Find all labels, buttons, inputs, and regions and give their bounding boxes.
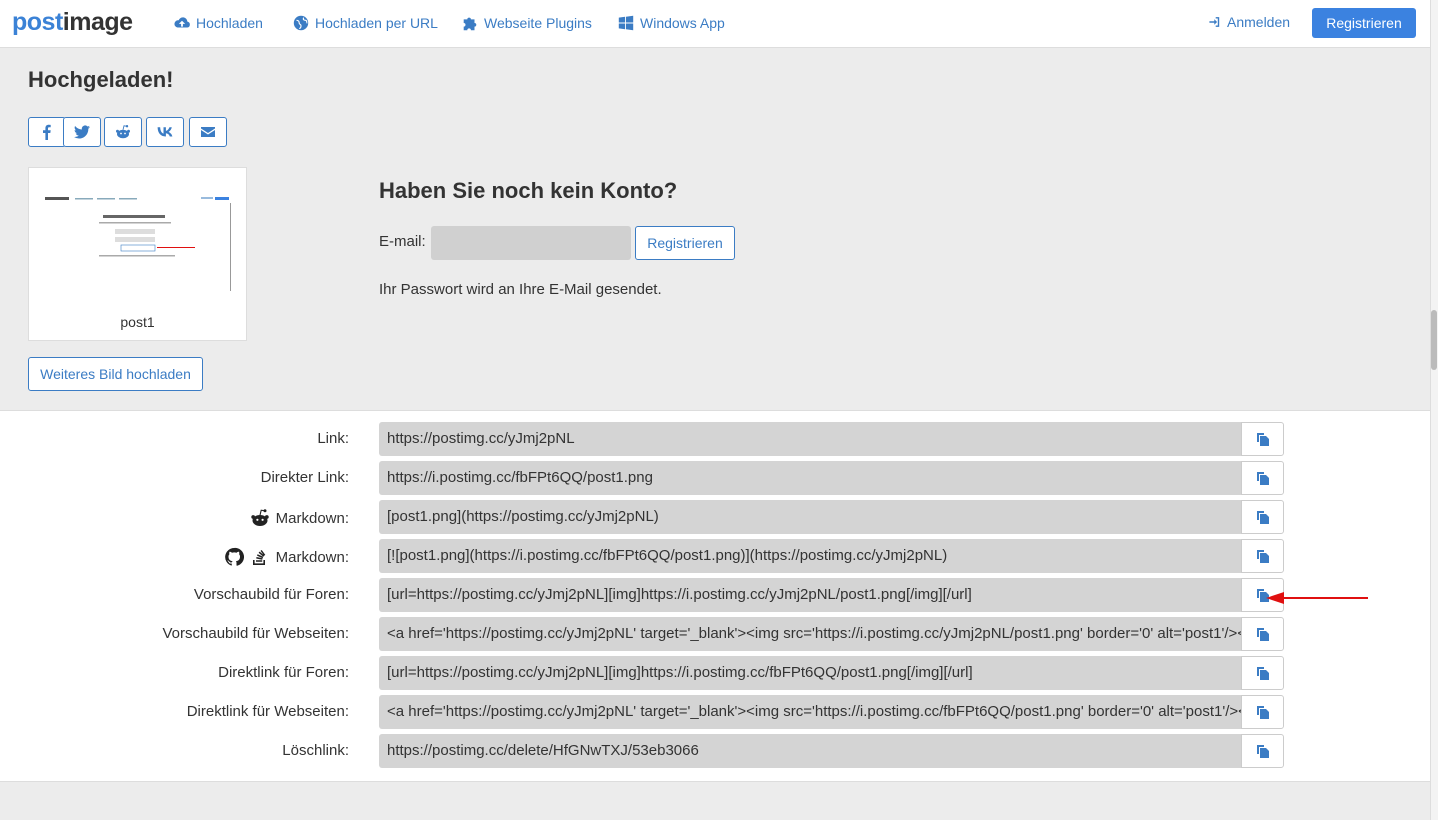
nav-plugins[interactable]: Webseite Plugins [461,14,592,32]
sign-in-icon [1209,17,1220,27]
copy-icon [1256,667,1269,680]
link-row: Vorschaubild für Foren: [url=https://pos… [0,578,1430,612]
twitter-icon [74,125,90,139]
password-note: Ihr Passwort wird an Ihre E-Mail gesende… [379,281,662,298]
link-field[interactable]: [url=https://postimg.cc/yJmj2pNL][img]ht… [379,578,1241,612]
link-field[interactable]: <a href='https://postimg.cc/yJmj2pNL' ta… [379,617,1241,651]
share-facebook-button[interactable] [28,117,66,147]
signup-heading: Haben Sie noch kein Konto? [379,178,678,203]
share-email-button[interactable] [189,117,227,147]
copy-icon [1256,433,1269,446]
share-vk-button[interactable] [146,117,184,147]
copy-button[interactable] [1241,656,1284,690]
link-field[interactable]: [url=https://postimg.cc/yJmj2pNL][img]ht… [379,656,1241,690]
link-label: Direktlink für Webseiten: [186,703,349,720]
link-label: Vorschaubild für Foren: [193,586,349,603]
link-field[interactable]: [post1.png](https://postimg.cc/yJmj2pNL) [379,500,1241,534]
globe-icon [293,15,309,31]
envelope-icon [201,127,215,137]
github-icon [224,547,244,566]
copy-icon [1256,628,1269,641]
link-label: Markdown: [250,508,349,528]
puzzle-icon [463,17,477,31]
nav-upload[interactable]: Hochladen [173,14,263,32]
link-row: Löschlink: https://postimg.cc/delete/HfG… [0,734,1430,768]
page-title: Hochgeladen! [28,67,174,92]
copy-button[interactable] [1241,422,1284,456]
upload-another-button[interactable]: Weiteres Bild hochladen [28,357,203,391]
copy-button[interactable] [1241,617,1284,651]
copy-button[interactable] [1241,695,1284,729]
nav-upload-url-label: Hochladen per URL [315,15,438,31]
nav-login-label: Anmelden [1227,14,1291,30]
link-row: Direktlink für Foren: [url=https://posti… [0,656,1430,690]
stackoverflow-icon [252,550,265,565]
copy-button[interactable] [1241,539,1284,573]
copy-icon [1256,472,1269,485]
copy-button[interactable] [1241,734,1284,768]
cloud-upload-icon [174,17,190,28]
page-scrollbar-thumb[interactable] [1431,310,1437,370]
copy-button[interactable] [1241,500,1284,534]
nav-upload-url[interactable]: Hochladen per URL [292,14,438,32]
reddit-icon [116,125,130,139]
link-label: Vorschaubild für Webseiten: [162,625,350,642]
link-row: Direkter Link: https://i.postimg.cc/fbFP… [0,461,1430,495]
email-field[interactable] [431,226,631,260]
link-field[interactable]: https://i.postimg.cc/fbFPt6QQ/post1.png [379,461,1241,495]
thumbnail-caption: post1 [120,314,155,330]
postimage-logo[interactable]: postimage [12,8,133,37]
page-scrollbar[interactable] [1430,0,1438,820]
nav-login[interactable]: Anmelden [1208,14,1290,30]
link-label: Link: [317,430,349,447]
copy-icon [1256,511,1269,524]
nav-windows-app[interactable]: Windows App [617,14,725,32]
windows-icon [618,15,634,31]
link-label: Direktlink für Foren: [218,664,349,681]
link-label: Markdown: [224,547,349,567]
copy-button[interactable] [1241,461,1284,495]
reddit-icon [250,509,269,526]
link-row: Direktlink für Webseiten: <a href='https… [0,695,1430,729]
link-row: Markdown: [![post1.png](https://i.postim… [0,539,1430,573]
top-navbar: postimage Hochladen Hochladen per URL We… [0,0,1430,48]
link-label: Löschlink: [282,742,349,759]
copy-icon [1256,745,1269,758]
nav-register-button[interactable]: Registrieren [1312,8,1416,38]
link-field[interactable]: [![post1.png](https://i.postimg.cc/fbFPt… [379,539,1241,573]
vk-icon [157,127,173,137]
nav-upload-label: Hochladen [196,15,263,31]
copy-icon [1256,706,1269,719]
nav-plugins-label: Webseite Plugins [484,15,592,31]
link-label: Direkter Link: [260,469,349,486]
link-row: Vorschaubild für Webseiten: <a href='htt… [0,617,1430,651]
link-field[interactable]: https://postimg.cc/delete/HfGNwTXJ/53eb3… [379,734,1241,768]
link-field[interactable]: https://postimg.cc/yJmj2pNL [379,422,1241,456]
link-field[interactable]: <a href='https://postimg.cc/yJmj2pNL' ta… [379,695,1241,729]
link-row: Link: https://postimg.cc/yJmj2pNL [0,422,1430,456]
share-links-panel: Link: https://postimg.cc/yJmj2pNL Direkt… [0,410,1430,782]
share-reddit-button[interactable] [104,117,142,147]
email-label: E-mail: [379,233,426,250]
nav-windows-app-label: Windows App [640,15,725,31]
share-twitter-button[interactable] [63,117,101,147]
facebook-icon [43,124,51,140]
uploaded-image-thumbnail[interactable] [41,193,233,293]
annotation-arrow-icon [1266,592,1368,604]
uploaded-thumbnail-card[interactable]: post1 [28,167,247,341]
copy-icon [1256,550,1269,563]
link-row: Markdown: [post1.png](https://postimg.cc… [0,500,1430,534]
signup-register-button[interactable]: Registrieren [635,226,735,260]
